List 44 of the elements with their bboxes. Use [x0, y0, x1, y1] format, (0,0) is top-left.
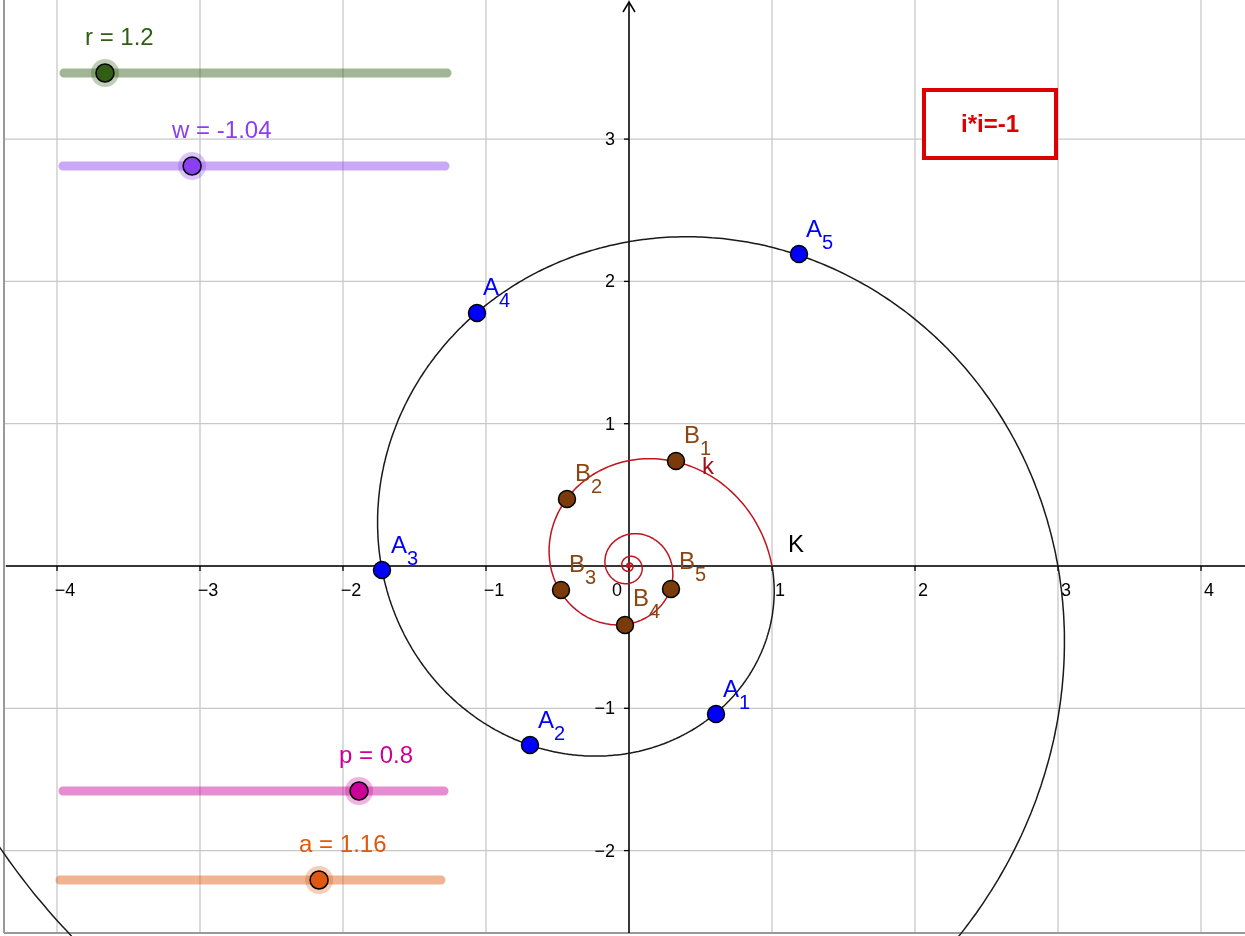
- point[interactable]: [615, 615, 635, 635]
- point-label: A$_{3}$: [391, 531, 419, 569]
- point[interactable]: [551, 580, 571, 600]
- point-label: A$_{1}$: [723, 675, 751, 713]
- axis-tick-label: 2: [918, 580, 928, 600]
- point-label: A$_{5}$: [806, 215, 834, 253]
- axis-tick-label: −1: [483, 580, 505, 600]
- slider-handle[interactable]: [349, 781, 369, 801]
- point-label: B$_{2}$: [575, 459, 603, 497]
- axis-tick-label: 4: [1204, 580, 1214, 600]
- slider-label: r = 1.2: [85, 23, 154, 50]
- slider-track[interactable]: [59, 59, 452, 87]
- axis-tick-label: 2: [605, 271, 615, 292]
- point[interactable]: [666, 451, 686, 471]
- axis-tick-label: −1: [594, 698, 615, 719]
- point-label: A$_{4}$: [483, 273, 511, 311]
- point[interactable]: [557, 489, 577, 509]
- slider-handle[interactable]: [309, 870, 329, 890]
- axis-tick-label: −2: [340, 580, 362, 600]
- point-label: A$_{2}$: [538, 706, 566, 744]
- point[interactable]: [372, 560, 392, 580]
- point[interactable]: [520, 735, 540, 755]
- axis-tick-label: 3: [1061, 580, 1071, 600]
- axis-tick-label: 0: [612, 580, 622, 600]
- axis-tick-label: −2: [594, 840, 615, 861]
- point[interactable]: [789, 244, 809, 264]
- axis-tick-label: −4: [54, 580, 76, 600]
- slider-track[interactable]: [58, 152, 450, 180]
- slider-track[interactable]: [55, 866, 446, 894]
- slider-label: p = 0.8: [339, 741, 414, 768]
- point[interactable]: [467, 303, 487, 323]
- point[interactable]: [706, 704, 726, 724]
- slider-track[interactable]: [58, 777, 449, 805]
- axis-tick-label: 1: [775, 580, 785, 600]
- axis-tick-label: 1: [605, 413, 615, 434]
- slider-label: a = 1.16: [299, 830, 387, 857]
- slider-handle[interactable]: [182, 156, 202, 176]
- slider-label: w = -1.04: [172, 116, 272, 143]
- point[interactable]: [661, 579, 681, 599]
- curve-label: K: [788, 530, 804, 557]
- equation-text: i*i=-1: [961, 110, 1019, 137]
- axis-tick-label: 3: [605, 129, 615, 150]
- slider-handle[interactable]: [95, 63, 115, 83]
- axis-tick-label: −3: [197, 580, 219, 600]
